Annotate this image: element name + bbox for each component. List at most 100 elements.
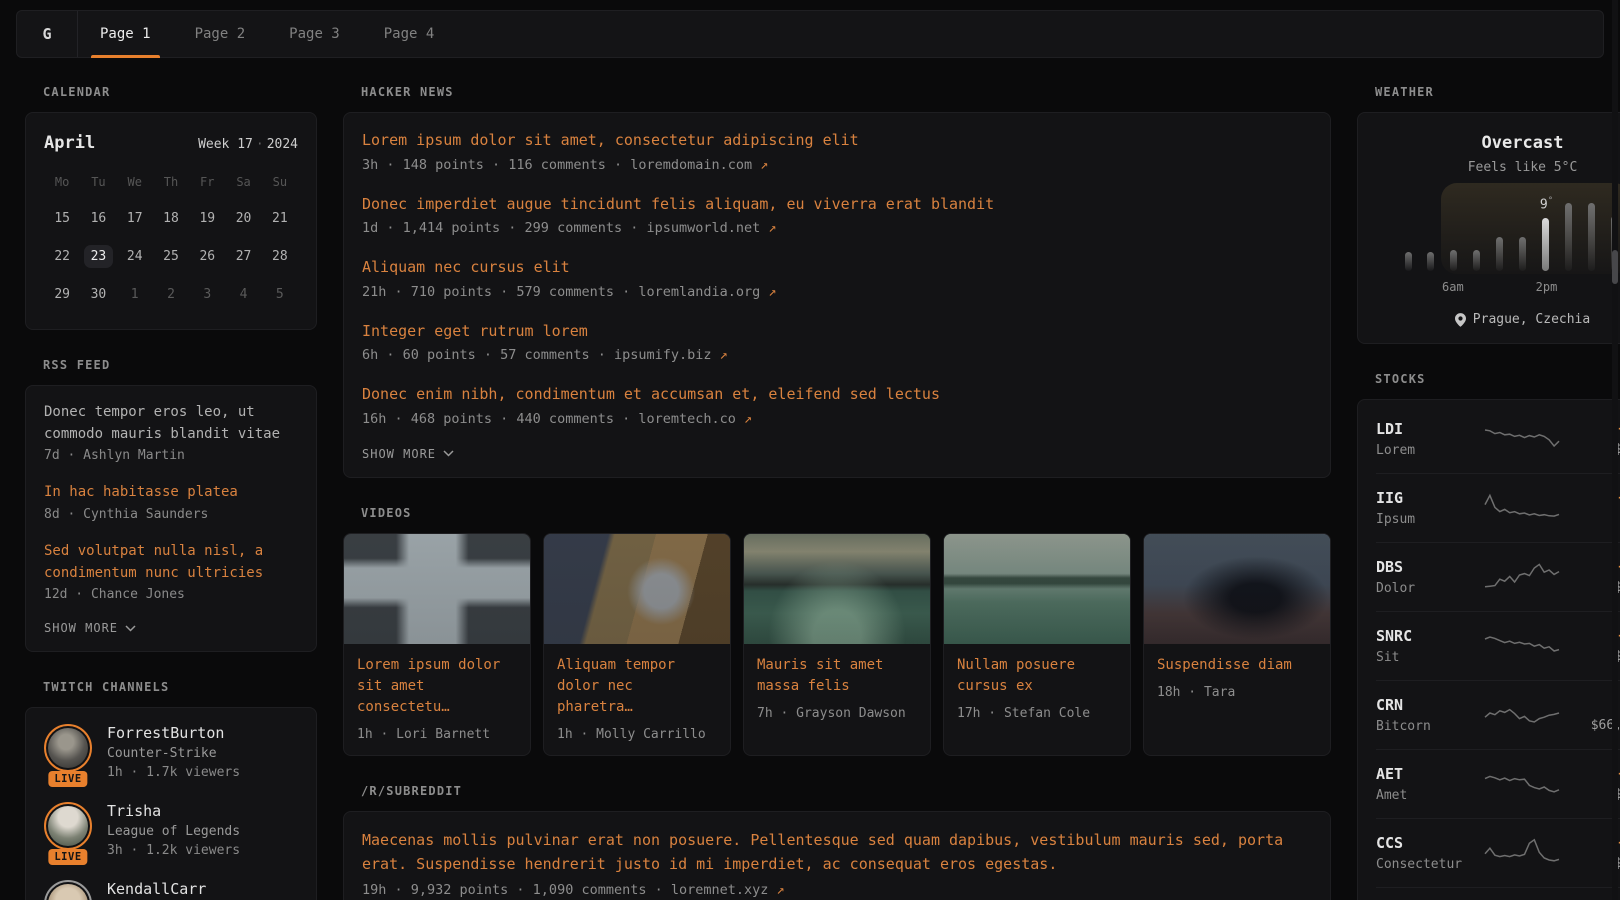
- stock-row[interactable]: AETAmet+0.92%$499.72: [1376, 750, 1620, 819]
- hackernews-item-meta: 6h · 60 points · 57 comments · ipsumify.…: [362, 347, 1312, 363]
- nav-tab-page-3[interactable]: Page 3: [267, 11, 362, 57]
- rss-item-title[interactable]: Donec tempor eros leo, ut commodo mauris…: [44, 402, 298, 445]
- calendar-day-number: 25: [156, 245, 186, 268]
- calendar-day-number: 19: [192, 207, 222, 230]
- calendar-weekday-header: Th: [153, 169, 189, 199]
- video-meta: 1h · Molly Carrillo: [557, 727, 717, 742]
- hackernews-item-domain-link[interactable]: loremdomain.com ↗: [630, 157, 768, 173]
- calendar-week-number: Week 17: [198, 137, 253, 152]
- calendar-weekday-header: Mo: [44, 169, 80, 199]
- calendar-day-cell: 30: [80, 276, 116, 313]
- weather-temp-bar: [1473, 250, 1480, 271]
- twitch-channel-row[interactable]: LIVEForrestBurtonCounter-Strike1h · 1.7k…: [44, 724, 298, 780]
- stock-row[interactable]: CRNBitcorn-1.00%$66,171.48: [1376, 681, 1620, 750]
- twitch-channel-game: League of Legends: [107, 824, 240, 839]
- video-title[interactable]: Lorem ipsum dolor sit amet consectetu…: [357, 655, 517, 718]
- rss-list: Donec tempor eros leo, ut commodo mauris…: [44, 402, 298, 602]
- subreddit-item-meta: 19h · 9,932 points · 1,090 comments · lo…: [362, 882, 1312, 898]
- avatar: [48, 728, 88, 768]
- scrollbar-thumb[interactable]: [1612, 250, 1618, 284]
- nav-tab-page-4[interactable]: Page 4: [362, 11, 457, 57]
- calendar-day-cell: 26: [189, 238, 225, 275]
- video-card[interactable]: Nullam posuere cursus ex17h · Stefan Col…: [943, 533, 1131, 756]
- hackernews-card: Lorem ipsum dolor sit amet, consectetur …: [343, 112, 1331, 478]
- scrollbar-track[interactable]: [1612, 0, 1618, 900]
- video-title[interactable]: Nullam posuere cursus ex: [957, 655, 1117, 697]
- twitch-channel-row[interactable]: KendallCarr: [44, 880, 298, 900]
- video-title[interactable]: Suspendisse diam: [1157, 655, 1317, 676]
- stock-sparkline: [1483, 833, 1563, 873]
- video-card[interactable]: Mauris sit amet massa felis7h · Grayson …: [743, 533, 931, 756]
- stock-row[interactable]: CCSConsectetur+0.51%$165.84: [1376, 819, 1620, 888]
- twitch-avatar: [44, 880, 92, 900]
- twitch-channel-name[interactable]: Trisha: [107, 802, 240, 820]
- calendar-day-cell: 15: [44, 200, 80, 237]
- stock-name: Lorem: [1376, 443, 1483, 458]
- live-badge: LIVE: [48, 771, 87, 787]
- stock-symbol: DBS: [1376, 558, 1483, 576]
- external-link-icon: ↗: [777, 882, 785, 898]
- twitch-channel-name[interactable]: KendallCarr: [107, 880, 206, 898]
- hackernews-item-title[interactable]: Donec enim nibh, condimentum et accumsan…: [362, 383, 1312, 406]
- stock-row[interactable]: IIGIpsum+2.84%$42.04: [1376, 474, 1620, 543]
- calendar-month-label: April: [44, 133, 95, 153]
- hackernews-item-domain-link[interactable]: loremtech.co ↗: [638, 411, 752, 427]
- stock-row[interactable]: AHS+0.46%: [1376, 888, 1620, 900]
- video-thumbnail: [344, 534, 530, 644]
- stock-row[interactable]: LDILorem+4.35%$795.18: [1376, 405, 1620, 474]
- subreddit-item: Maecenas mollis pulvinar erat non posuer…: [362, 828, 1312, 899]
- video-card[interactable]: Aliquam tempor dolor nec pharetra… 1h · M…: [543, 533, 731, 756]
- calendar-day-cell: 22: [44, 238, 80, 275]
- hackernews-item-stats: 16h · 468 points · 440 comments ·: [362, 411, 638, 427]
- rss-item: In hac habitasse platea8d · Cynthia Saun…: [44, 482, 298, 522]
- nav-tab-page-1[interactable]: Page 1: [78, 11, 173, 57]
- subreddit-section-title: /R/SUBREDDIT: [361, 784, 1331, 798]
- app-logo[interactable]: G: [17, 11, 78, 57]
- hackernews-item-title[interactable]: Donec imperdiet augue tincidunt felis al…: [362, 193, 1312, 216]
- hackernews-item-title[interactable]: Lorem ipsum dolor sit amet, consectetur …: [362, 129, 1312, 152]
- nav-tab-page-2[interactable]: Page 2: [173, 11, 268, 57]
- twitch-channel-list: LIVEForrestBurtonCounter-Strike1h · 1.7k…: [44, 724, 298, 900]
- hackernews-item-domain-link[interactable]: ipsumworld.net ↗: [646, 220, 776, 236]
- video-card[interactable]: Lorem ipsum dolor sit amet consectetu…1h…: [343, 533, 531, 756]
- hackernews-show-more-button[interactable]: SHOW MORE: [362, 447, 1312, 461]
- calendar-day-cell: 4: [225, 276, 261, 313]
- sparkline-chart: [1483, 833, 1561, 869]
- stock-row[interactable]: DBSDolor+1.42%$156.28: [1376, 543, 1620, 612]
- rss-item-title[interactable]: Sed volutpat nulla nisl, a condimentum n…: [44, 541, 298, 584]
- calendar-year: 2024: [267, 137, 298, 152]
- twitch-channel-name[interactable]: ForrestBurton: [107, 724, 240, 742]
- hackernews-item-title[interactable]: Aliquam nec cursus elit: [362, 256, 1312, 279]
- weather-temp-bar: [1565, 203, 1572, 271]
- stock-identity: CCSConsectetur: [1376, 834, 1483, 872]
- calendar-day-number: 21: [265, 207, 295, 230]
- hackernews-section: HACKER NEWS Lorem ipsum dolor sit amet, …: [343, 85, 1331, 478]
- twitch-channel-row[interactable]: LIVETrishaLeague of Legends3h · 1.2k vie…: [44, 802, 298, 858]
- twitch-avatar: [44, 802, 92, 850]
- sparkline-chart: [1483, 626, 1561, 662]
- hackernews-item-title[interactable]: Integer eget rutrum lorem: [362, 320, 1312, 343]
- hackernews-item-domain-link[interactable]: loremlandia.org ↗: [638, 284, 776, 300]
- video-card[interactable]: Suspendisse diam18h · Tara: [1143, 533, 1331, 756]
- video-title[interactable]: Mauris sit amet massa felis: [757, 655, 917, 697]
- calendar-section: CALENDAR April Week 17·2024 MoTuWeThFrSa…: [25, 85, 317, 330]
- hackernews-item-domain-link[interactable]: ipsumify.biz ↗: [614, 347, 728, 363]
- rss-item-title[interactable]: In hac habitasse platea: [44, 482, 298, 504]
- rss-item: Sed volutpat nulla nisl, a condimentum n…: [44, 541, 298, 602]
- twitch-card: LIVEForrestBurtonCounter-Strike1h · 1.7k…: [25, 707, 317, 900]
- calendar-day-number: 29: [47, 283, 77, 306]
- page-tabs: Page 1Page 2Page 3Page 4: [78, 11, 456, 57]
- stock-row[interactable]: SNRCSit+1.36%$148.64: [1376, 612, 1620, 681]
- subreddit-section: /R/SUBREDDIT Maecenas mollis pulvinar er…: [343, 784, 1331, 900]
- weather-location-label: Prague, Czechia: [1473, 312, 1590, 327]
- twitch-channel-game: Counter-Strike: [107, 746, 240, 761]
- subreddit-item-domain-link[interactable]: loremnet.xyz ↗: [671, 882, 785, 898]
- rss-show-more-button[interactable]: SHOW MORE: [44, 621, 298, 635]
- subreddit-item-title[interactable]: Maecenas mollis pulvinar erat non posuer…: [362, 828, 1312, 878]
- calendar-day-cell: 25: [153, 238, 189, 275]
- rss-card: Donec tempor eros leo, ut commodo mauris…: [25, 385, 317, 652]
- hackernews-item: Donec imperdiet augue tincidunt felis al…: [362, 193, 1312, 237]
- stock-identity: AETAmet: [1376, 765, 1483, 803]
- calendar-day-cell: 2: [153, 276, 189, 313]
- video-title[interactable]: Aliquam tempor dolor nec pharetra…: [557, 655, 717, 718]
